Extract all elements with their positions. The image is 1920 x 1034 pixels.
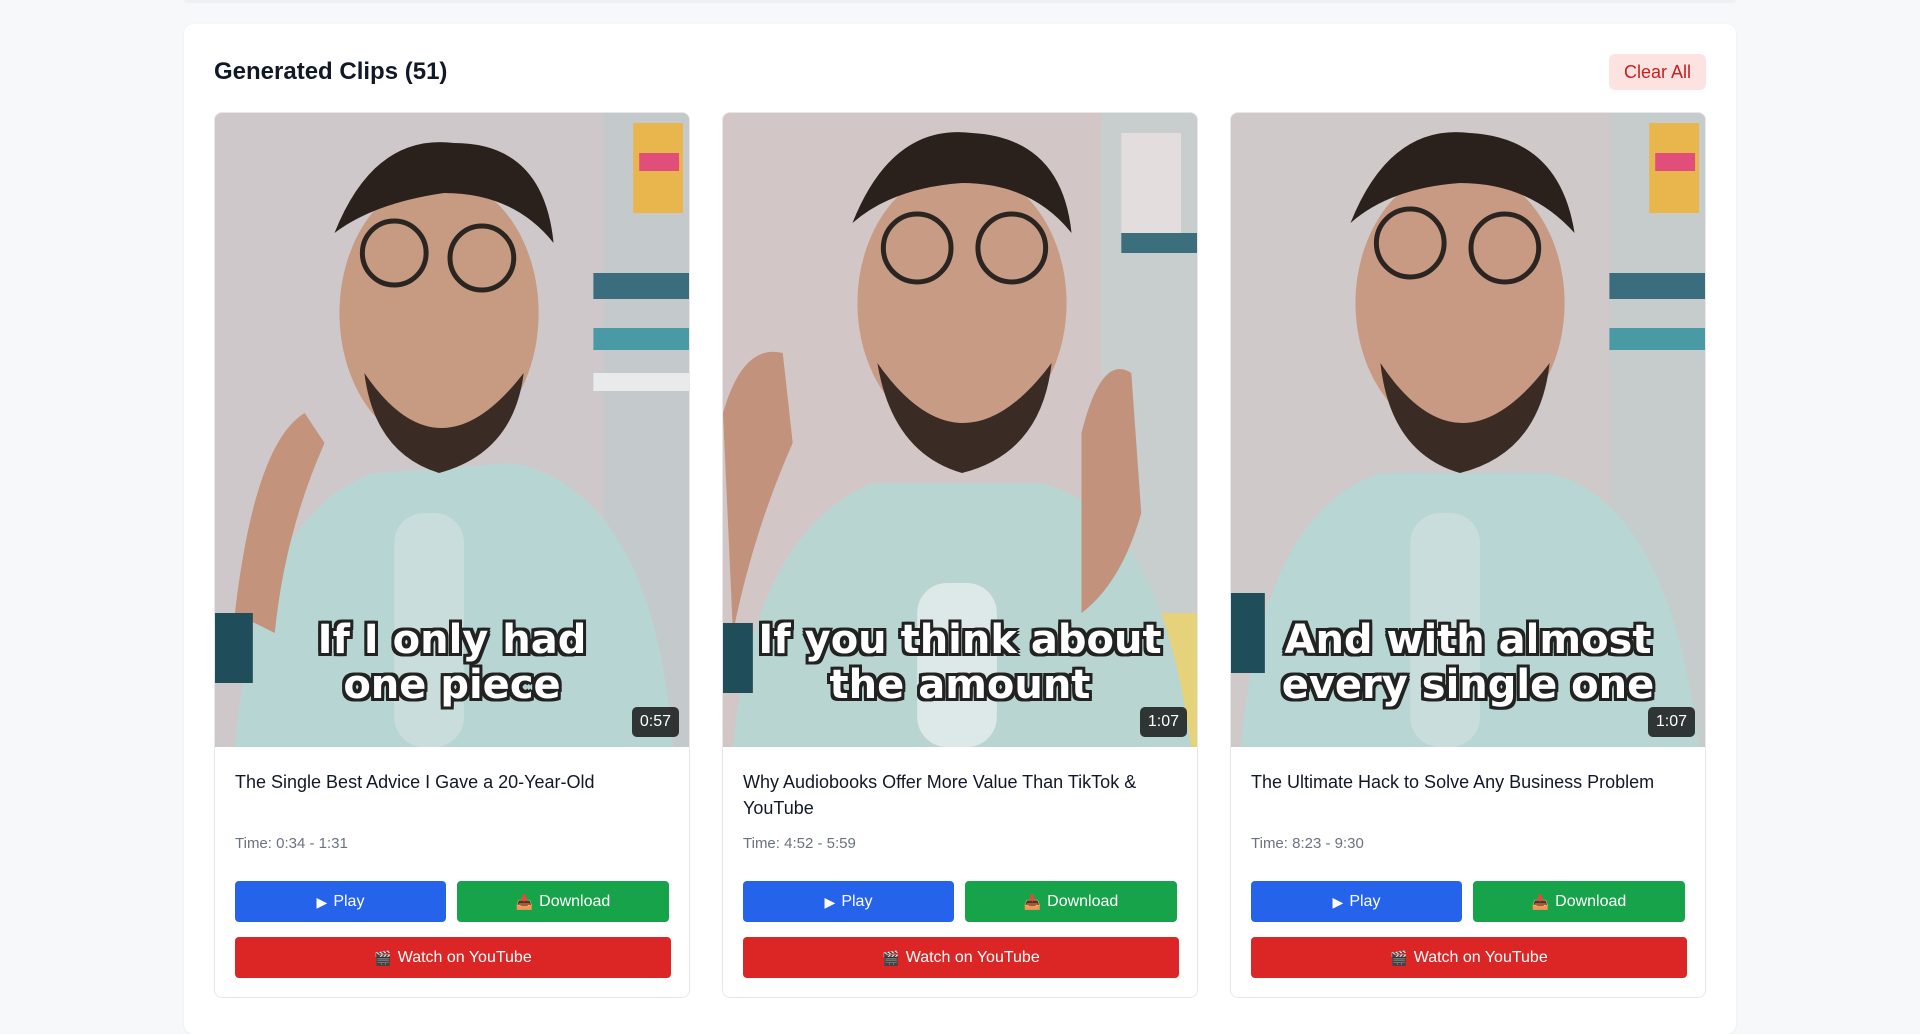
clip-actions: ▶ Play 📥 Download [1251,881,1685,922]
clapperboard-icon: 🎬 [882,949,900,966]
duration-badge: 1:07 [1647,707,1695,737]
play-icon: ▶ [1332,893,1344,910]
play-label: Play [333,892,365,910]
clear-all-button[interactable]: Clear All [1608,54,1706,90]
play-button[interactable]: ▶ Play [1251,881,1462,922]
duration-badge: 0:57 [631,707,679,737]
clip-actions: ▶ Play 📥 Download [743,881,1177,922]
play-button[interactable]: ▶ Play [743,881,954,922]
download-button[interactable]: 📥 Download [965,881,1177,922]
play-label: Play [841,892,873,910]
clapperboard-icon: 🎬 [1390,949,1408,966]
play-button[interactable]: ▶ Play [235,881,446,922]
clip-info: The Ultimate Hack to Solve Any Business … [1231,747,1705,978]
clip-thumbnail[interactable]: And with almost every single one 1:07 [1231,113,1705,747]
download-tray-icon: 📥 [1531,893,1550,910]
play-icon: ▶ [824,893,836,910]
generated-clips-panel: Generated Clips (51) Clear All If I only… [184,24,1736,1034]
clip-info: Why Audiobooks Offer More Value Than Tik… [723,747,1197,978]
clip-thumbnail[interactable]: If I only had one piece 0:57 [215,113,689,747]
clip-title: Why Audiobooks Offer More Value Than Tik… [743,772,1137,818]
panel-title: Generated Clips (51) [214,58,448,85]
clip-time: Time: 0:34 - 1:31 [235,835,348,852]
clips-grid: If I only had one piece 0:57 The Single … [214,112,1706,998]
watch-on-youtube-button[interactable]: 🎬 Watch on YouTube [1251,937,1687,978]
download-button[interactable]: 📥 Download [457,881,669,922]
watch-on-youtube-button[interactable]: 🎬 Watch on YouTube [235,937,671,978]
clip-caption: If you think about the amount [758,617,1162,708]
download-tray-icon: 📥 [1023,893,1042,910]
clapperboard-icon: 🎬 [374,949,392,966]
clip-actions: ▶ Play 📥 Download [235,881,669,922]
clip-thumbnail[interactable]: If you think about the amount 1:07 [723,113,1197,747]
youtube-label: Watch on YouTube [905,948,1040,966]
download-tray-icon: 📥 [515,893,534,910]
clip-caption: If I only had one piece [317,617,587,708]
watch-on-youtube-button[interactable]: 🎬 Watch on YouTube [743,937,1179,978]
clip-card: And with almost every single one 1:07 Th… [1230,112,1706,998]
panel-header: Generated Clips (51) Clear All [214,54,1706,90]
play-icon: ▶ [316,893,328,910]
clip-caption: And with almost every single one [1281,617,1655,708]
duration-badge: 1:07 [1139,707,1187,737]
download-label: Download [1555,892,1627,910]
clip-card: If I only had one piece 0:57 The Single … [214,112,690,998]
youtube-label: Watch on YouTube [397,948,532,966]
download-label: Download [1047,892,1119,910]
download-button[interactable]: 📥 Download [1473,881,1685,922]
clip-time: Time: 8:23 - 9:30 [1251,835,1364,852]
clip-title: The Ultimate Hack to Solve Any Business … [1251,772,1655,792]
download-label: Download [539,892,611,910]
youtube-label: Watch on YouTube [1413,948,1548,966]
clip-title: The Single Best Advice I Gave a 20-Year-… [235,772,595,792]
previous-section-edge [184,0,1736,3]
clip-time: Time: 4:52 - 5:59 [743,835,856,852]
clip-info: The Single Best Advice I Gave a 20-Year-… [215,747,689,978]
clip-card: If you think about the amount 1:07 Why A… [722,112,1198,998]
play-label: Play [1349,892,1381,910]
